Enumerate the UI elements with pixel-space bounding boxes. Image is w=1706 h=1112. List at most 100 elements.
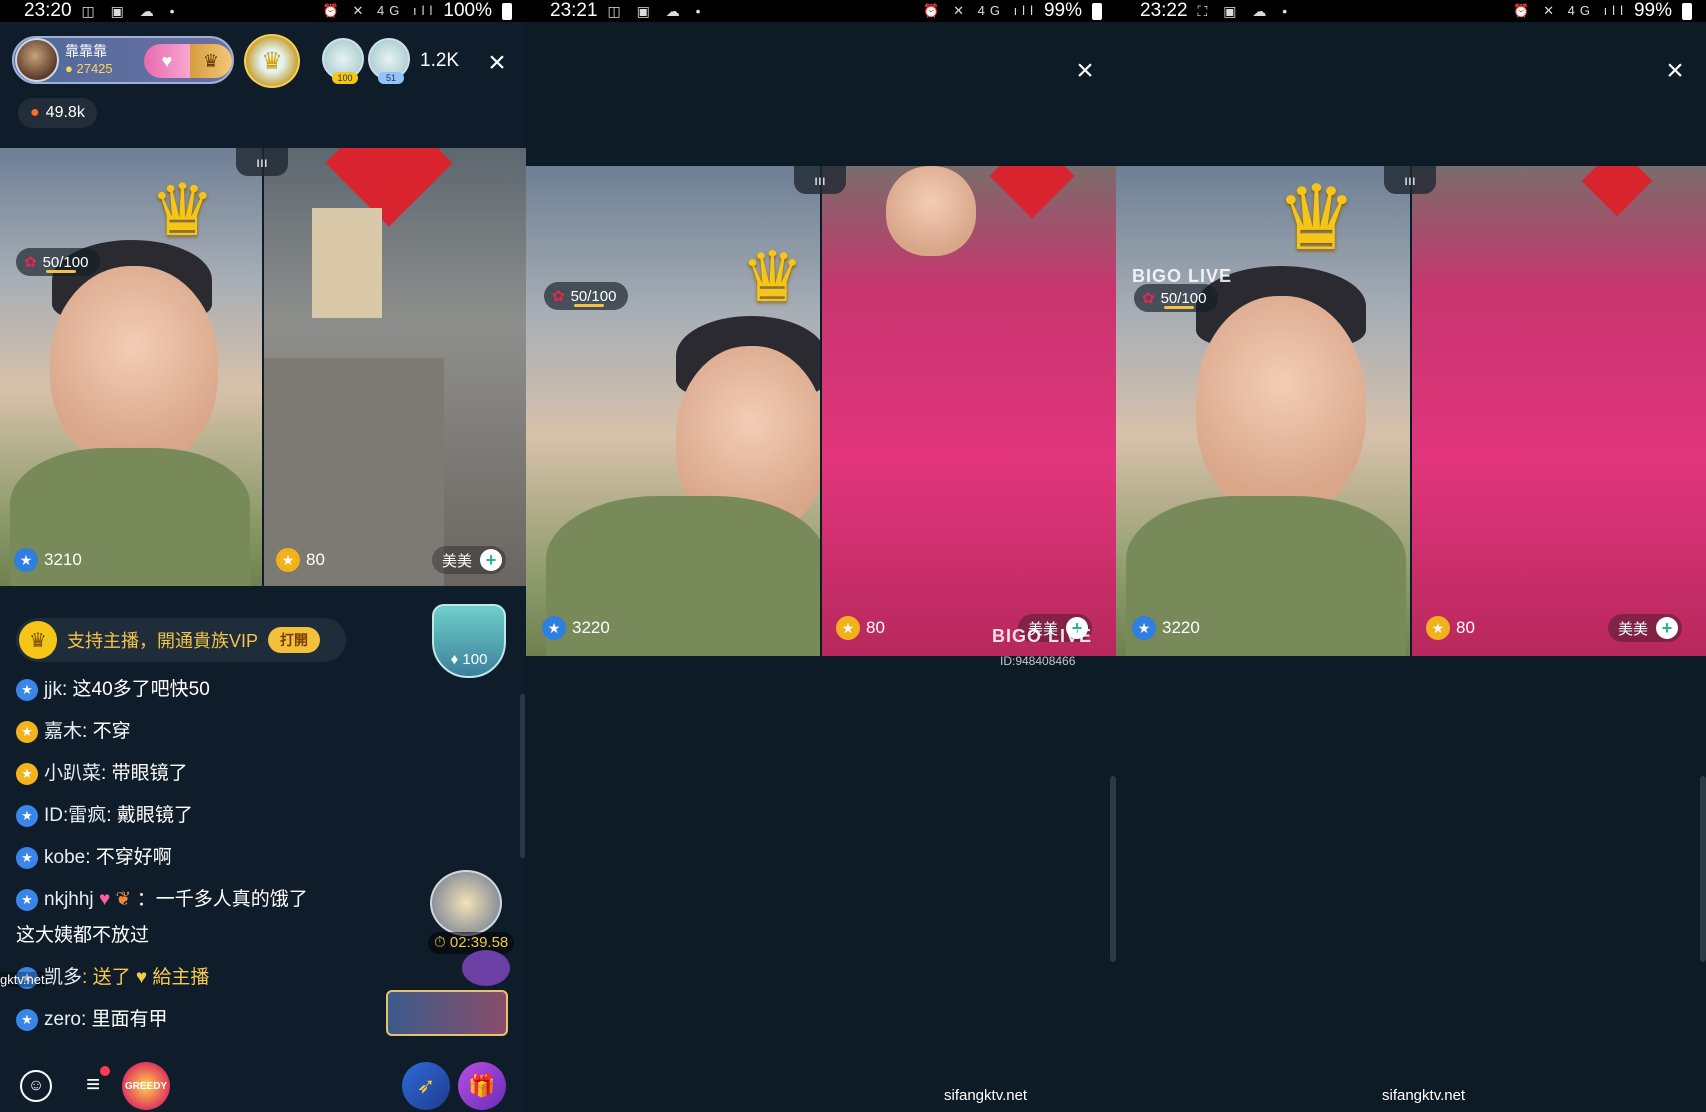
host-avatar[interactable] [15,38,59,82]
battery-percent: 100% [443,0,492,21]
crown-sticker-icon: ♛ [150,171,215,251]
pk-right-video[interactable]: ★ 80 美美 + [1412,166,1706,656]
treasure-timer: ⏱ 02:39.58 [428,932,515,954]
star-icon: ★ [276,548,300,572]
status-time: 23:21 [550,0,598,21]
viewer-badge: 100 [332,72,358,84]
chat-message: ★ 凯多: 送了 ♥ 給主播 [16,966,386,990]
vip-promo-bar[interactable]: ♛ 支持主播，開通貴族VIP 打開 [16,618,346,662]
close-icon[interactable]: × [480,46,514,80]
chat-list: ★ jjk: 这40多了吧快50 ★ 嘉木: 不穿 ★ 小趴菜: 带眼镜了 ★ … [16,678,386,1050]
star-icon: ★ [1132,616,1156,640]
pk-mic-icon[interactable]: ııı [236,148,288,176]
heat-value: 49.8k [45,104,85,121]
chat-scrollbar[interactable] [520,694,525,858]
status-right: ⏰ ✕ 4G ıll 100% [323,0,512,22]
wall-painting [312,208,382,318]
crown-badge-icon[interactable]: ♛ [190,44,232,78]
pk-mic-icon[interactable]: ııı [794,166,846,194]
pk-right-video[interactable]: ★ 80 美美 + [822,166,1116,656]
site-watermark: sifangktv.net [1382,1087,1466,1104]
right-score-value: 80 [866,618,885,637]
status-notification-icons: ◫ ▣ ☁ • [607,2,707,19]
heart-emoji-icon: ♥ [98,889,111,910]
rocket-icon[interactable]: ➶ [402,1062,450,1110]
gift-shield-icon[interactable]: ♦ 100 [432,604,506,678]
rose-progress-chip[interactable]: ✿ 50/100 [544,282,629,310]
chat-text: : 里面有甲 [80,1009,168,1030]
rose-progress: 50/100 [42,253,89,271]
chat-message: ★ zero: 里面有甲 [16,1008,386,1032]
video-face [1196,296,1366,516]
treasure-box-icon[interactable] [430,870,502,936]
chat-text: : 这40多了吧快50 [61,679,210,700]
chat-user[interactable]: zero [44,1009,81,1030]
plus-icon[interactable]: + [1656,617,1679,639]
pk-left-video[interactable]: ♛ ✿ 50/100 ★ 3220 [526,166,820,656]
bigo-live-watermark: BIGO LIVE [992,626,1093,646]
status-notification-icons: ◫ ▣ ☁ • [81,2,181,19]
right-score: ★ 80 [836,616,885,640]
status-bar: 23:20 ◫ ▣ ☁ • ⏰ ✕ 4G ıll 100% [0,0,526,22]
flame-icon: ● [30,104,40,121]
purple-orb-icon[interactable] [462,950,510,986]
star-icon: ★ [836,616,860,640]
left-score-value: 3220 [572,618,610,637]
chat-user[interactable]: ID:雷疯 [44,805,106,826]
battery-icon [1682,2,1692,20]
follow-chip[interactable]: 美美 + [1608,614,1683,642]
red-couplet-decoration [1581,166,1653,217]
star-badge-icon: ★ [16,847,38,869]
close-icon[interactable]: × [1658,54,1692,88]
video-face [886,166,976,256]
chat-icon[interactable]: ☺ [20,1070,52,1102]
left-score: ★ 3210 [14,548,82,572]
chat-gift-text: : 送了 ♥ 給主播 [82,967,210,988]
pk-left-video[interactable]: ♛ ✿ 50/100 ★ 3210 [0,148,262,586]
right-score-value: 80 [306,550,325,569]
heat-counter[interactable]: ● 49.8k [18,98,97,128]
viewer-avatar[interactable]: 51 [368,38,410,84]
scrollbar[interactable] [1700,776,1706,962]
left-score: ★ 3220 [542,616,610,640]
star-badge-icon: ★ [16,721,38,743]
wings-emoji-icon: ❦ [115,889,132,910]
notification-dot [100,1066,110,1076]
rose-progress: 50/100 [1160,289,1207,307]
chat-user[interactable]: kobe [44,847,85,868]
rose-progress: 50/100 [570,287,617,305]
chat-user[interactable]: 小趴菜 [44,763,101,784]
vip-open-button[interactable]: 打開 [268,627,321,653]
viewer-avatar[interactable]: 100 [322,38,364,84]
coin-icon: ● [65,61,73,76]
host-info-pill[interactable]: 靠靠靠 ● 27425 ♥ ♛ [12,36,234,84]
chat-user[interactable]: 凯多 [44,967,82,988]
viewer-count[interactable]: 1.2K [420,50,459,72]
chat-user[interactable]: jjk [44,679,62,700]
battery-icon [502,2,512,20]
chat-user[interactable]: 嘉木 [44,721,82,742]
status-notification-icons: ⛶ ▣ ☁ • [1197,2,1294,19]
greedy-game-icon[interactable]: GREEDY [122,1062,170,1110]
game-banner[interactable] [386,990,508,1036]
left-score-value: 3220 [1162,618,1200,637]
gift-icon[interactable]: 🎁 [458,1062,506,1110]
crown-sticker-icon: ♛ [741,238,804,316]
rose-progress-chip[interactable]: ✿ 50/100 [1134,284,1219,312]
close-icon[interactable]: × [1068,54,1102,88]
plus-icon[interactable]: + [480,549,503,571]
star-badge-icon: ★ [16,763,38,785]
rose-progress-chip[interactable]: ✿ 50/100 [16,248,101,276]
right-score: ★ 80 [276,548,325,572]
timer-value: 02:39.58 [449,934,509,951]
pk-left-video[interactable]: ♛ BIGO LIVE ✿ 50/100 ★ 3220 [1116,166,1410,656]
heart-follow-icon[interactable]: ♥ [144,44,190,78]
pk-mic-icon[interactable]: ııı [1384,166,1436,194]
chat-message: ★ 嘉木: 不穿 [16,720,386,744]
follow-chip[interactable]: 美美 + [432,546,507,574]
watermark: gktv.net [0,972,45,987]
pk-right-video[interactable]: ★ 80 美美 + [264,148,526,586]
noble-crown-icon[interactable]: ♛ [244,34,300,88]
chat-user[interactable]: nkjhhj [44,889,94,910]
chat-text: : 不穿 [82,721,131,742]
